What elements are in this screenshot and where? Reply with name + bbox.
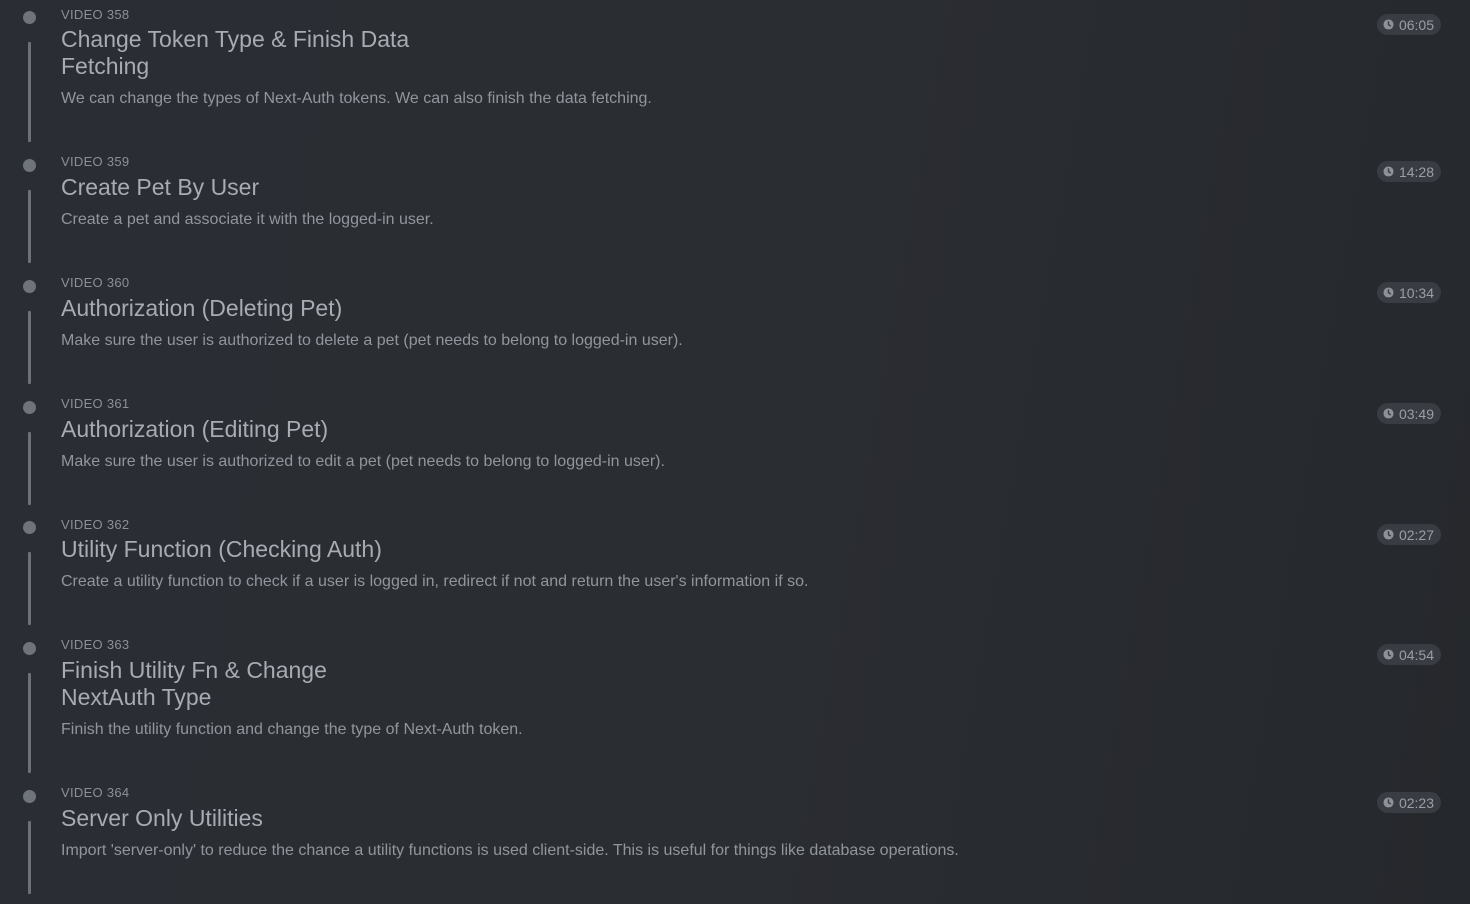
timeline-dot xyxy=(23,401,36,414)
video-number: VIDEO 360 xyxy=(61,275,130,290)
video-number: VIDEO 362 xyxy=(61,517,130,532)
video-timeline-list: VIDEO 358 Change Token Type & Finish Dat… xyxy=(0,0,1470,904)
duration-text: 03:49 xyxy=(1398,405,1434,422)
duration-badge: 10:34 xyxy=(1376,282,1441,303)
video-title-line: Authorization (Deleting Pet) xyxy=(61,295,343,321)
clock-icon xyxy=(1383,797,1394,808)
duration-badge: 06:05 xyxy=(1376,14,1441,35)
timeline-line xyxy=(28,552,31,625)
video-description: We can change the types of Next-Auth tok… xyxy=(61,90,652,107)
timeline-line xyxy=(28,673,31,773)
timeline-dot xyxy=(23,11,36,24)
video-title-line: Server Only Utilities xyxy=(61,805,263,831)
duration-badge: 02:23 xyxy=(1376,792,1441,813)
video-title[interactable]: Create Pet By User xyxy=(61,174,259,201)
video-title[interactable]: Authorization (Deleting Pet) xyxy=(61,295,342,322)
timeline-dot xyxy=(23,642,36,655)
timeline-line xyxy=(28,311,31,384)
video-description: Import 'server-only' to reduce the chanc… xyxy=(61,842,959,859)
duration-badge: 03:49 xyxy=(1376,403,1441,424)
clock-icon xyxy=(1383,166,1394,177)
timeline-line xyxy=(28,190,31,263)
duration-text: 02:27 xyxy=(1398,526,1434,543)
video-number: VIDEO 361 xyxy=(61,396,130,411)
clock-icon xyxy=(1383,529,1394,540)
video-title[interactable]: Authorization (Editing Pet) xyxy=(61,416,328,443)
clock-icon xyxy=(1383,287,1394,298)
duration-text: 06:05 xyxy=(1398,16,1434,33)
video-title-line: Change Token Type & Finish Data xyxy=(61,26,410,52)
timeline-dot xyxy=(23,280,36,293)
video-number: VIDEO 358 xyxy=(61,7,130,22)
video-description: Make sure the user is authorized to edit… xyxy=(61,453,665,470)
timeline-dot xyxy=(23,159,36,172)
duration-text: 10:34 xyxy=(1398,284,1434,301)
video-description: Create a pet and associate it with the l… xyxy=(61,211,434,228)
video-title-line: Authorization (Editing Pet) xyxy=(61,416,329,442)
video-title-line: Finish Utility Fn & Change xyxy=(61,657,327,683)
video-title-line: Fetching xyxy=(61,53,150,79)
clock-icon xyxy=(1383,19,1394,30)
video-description: Make sure the user is authorized to dele… xyxy=(61,332,683,349)
duration-text: 14:28 xyxy=(1398,163,1434,180)
video-title-line: Create Pet By User xyxy=(61,174,260,200)
video-description: Finish the utility function and change t… xyxy=(61,721,523,738)
video-title[interactable]: Finish Utility Fn & Change NextAuth Type xyxy=(61,657,327,711)
timeline-dot xyxy=(23,521,36,534)
video-number: VIDEO 364 xyxy=(61,785,130,800)
video-description: Create a utility function to check if a … xyxy=(61,573,809,590)
duration-text: 02:23 xyxy=(1398,794,1434,811)
duration-text: 04:54 xyxy=(1398,646,1434,663)
duration-badge: 02:27 xyxy=(1376,524,1441,545)
video-title-line: Utility Function (Checking Auth) xyxy=(61,536,382,562)
clock-icon xyxy=(1383,408,1394,419)
timeline-dot xyxy=(23,790,36,803)
timeline-line xyxy=(28,432,31,505)
video-title[interactable]: Server Only Utilities xyxy=(61,805,263,832)
video-title-line: NextAuth Type xyxy=(61,684,212,710)
video-number: VIDEO 359 xyxy=(61,154,130,169)
video-title[interactable]: Utility Function (Checking Auth) xyxy=(61,536,382,563)
clock-icon xyxy=(1383,649,1394,660)
timeline-line xyxy=(28,821,31,894)
video-title[interactable]: Change Token Type & Finish Data Fetching xyxy=(61,26,409,80)
timeline-line xyxy=(28,42,31,142)
video-number: VIDEO 363 xyxy=(61,637,130,652)
duration-badge: 14:28 xyxy=(1376,161,1441,182)
duration-badge: 04:54 xyxy=(1376,644,1441,665)
